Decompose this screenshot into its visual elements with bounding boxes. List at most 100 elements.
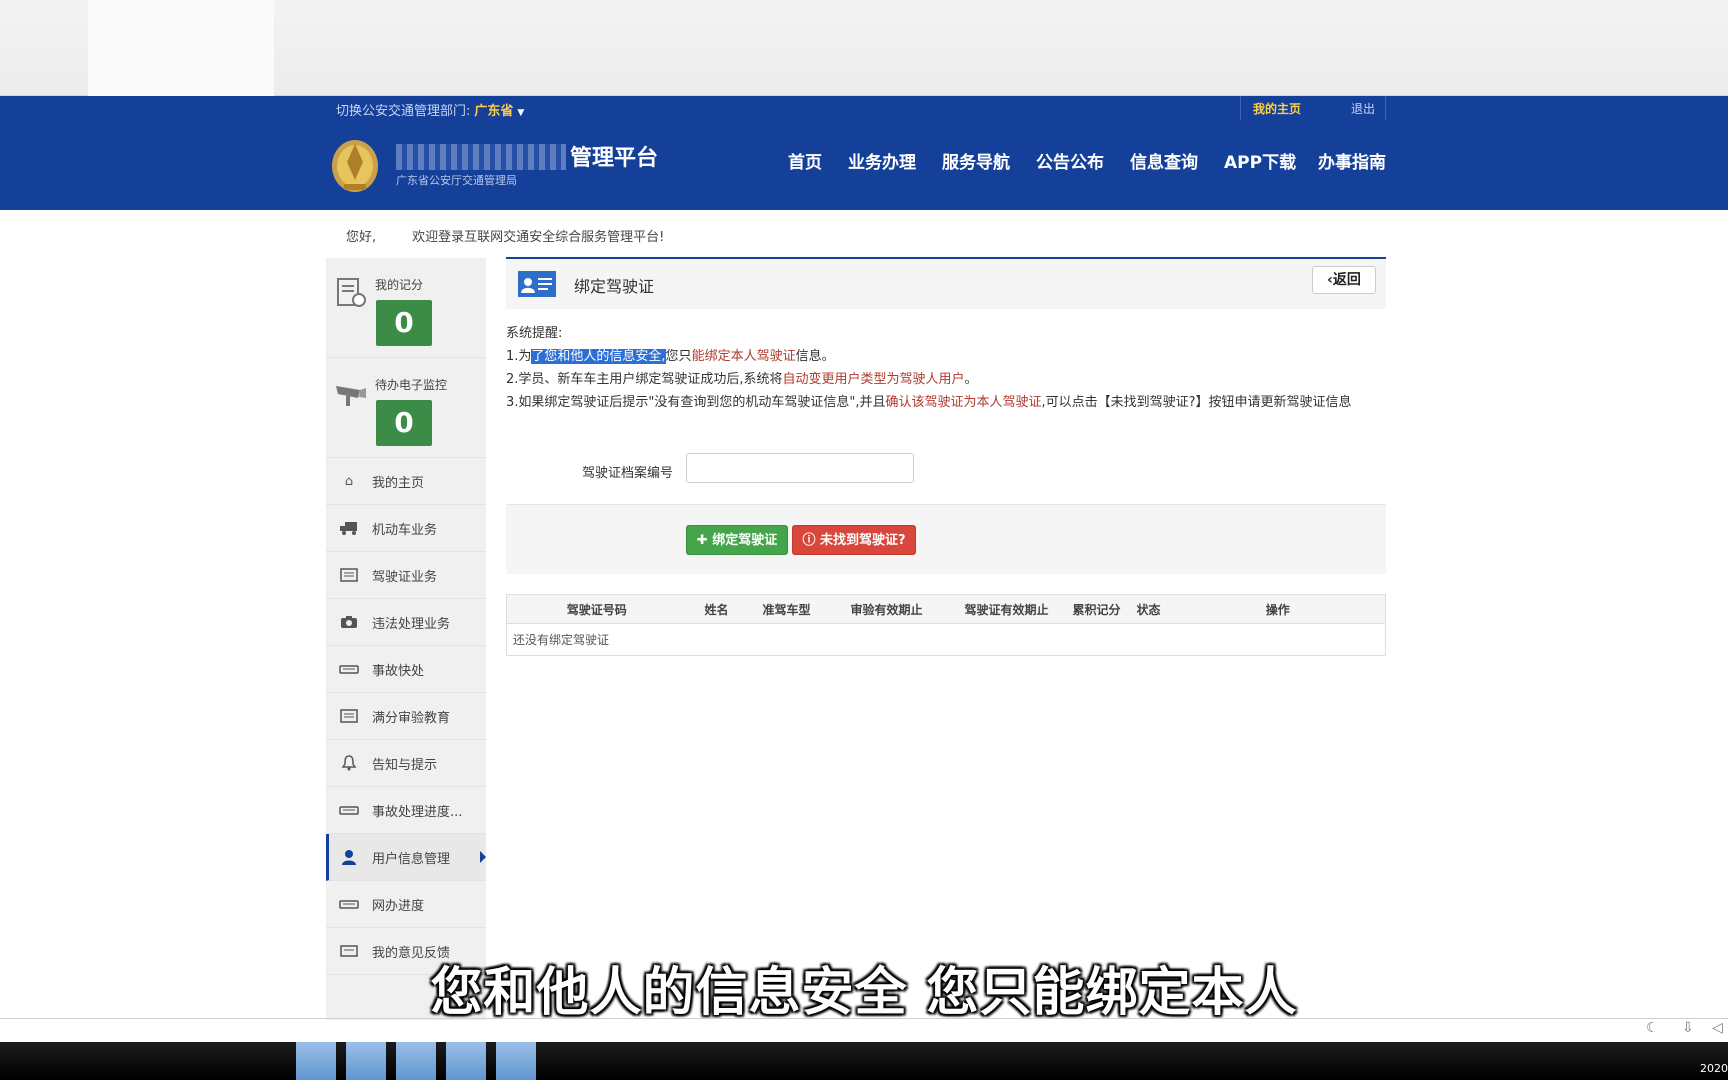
nav-guide[interactable]: 办事指南 — [1318, 148, 1386, 173]
nav-app-download[interactable]: APP下载 — [1224, 148, 1296, 173]
notice-text: 信息。 — [795, 349, 835, 364]
taskbar-app[interactable] — [396, 1042, 436, 1080]
card-icon — [338, 566, 360, 584]
sidebar-item-license[interactable]: 驾驶证业务 — [326, 552, 486, 599]
license-number-row: 驾驶证档案编号 — [506, 452, 1386, 492]
notice-text: 。 — [964, 372, 978, 387]
bind-license-button[interactable]: ✚ 绑定驾驶证 — [686, 525, 788, 555]
license-table: 驾驶证号码 姓名 准驾车型 审验有效期止 驾驶证有效期止 累积记分 状态 操作 … — [506, 594, 1386, 656]
caret-down-icon[interactable]: ▼ — [517, 108, 524, 118]
sidebar-item-user-info[interactable]: 用户信息管理 — [326, 834, 486, 881]
plus-icon: ✚ — [696, 533, 713, 548]
sidebar-item-violation[interactable]: 违法处理业务 — [326, 599, 486, 646]
notice-emphasis: 确认该驾驶证为本人驾驶证 — [885, 395, 1042, 410]
greeting-hello: 您好, — [346, 230, 377, 245]
nav-business[interactable]: 业务办理 — [848, 148, 916, 173]
caret-right-icon — [480, 851, 486, 863]
user-icon — [338, 848, 360, 866]
nav-service-guide[interactable]: 服务导航 — [942, 148, 1010, 173]
department-label: 切换公安交通管理部门: — [336, 104, 471, 119]
sidebar-item-vehicle[interactable]: 机动车业务 — [326, 505, 486, 552]
panel-title: 绑定驾驶证 — [574, 277, 655, 296]
sidebar-item-label: 网办进度 — [372, 898, 425, 914]
greeting-welcome: 欢迎登录互联网交通安全综合服务管理平台! — [412, 230, 665, 245]
notice-line-1: 1.为了您和他人的信息安全,您只能绑定本人驾驶证信息。 — [506, 345, 1386, 368]
sidebar-item-accident-quick[interactable]: 事故快处 — [326, 646, 486, 693]
camera-icon — [338, 613, 360, 631]
bell-icon — [338, 754, 360, 772]
col-review-expiry: 审验有效期止 — [826, 594, 947, 624]
taskbar-app[interactable] — [346, 1042, 386, 1080]
license-number-label: 驾驶证档案编号 — [582, 466, 674, 481]
stat-score[interactable]: 我的记分 0 — [326, 258, 486, 358]
col-name: 姓名 — [686, 594, 747, 624]
document-icon — [337, 278, 366, 307]
notice-text: 您只 — [665, 349, 692, 364]
panel-header: 绑定驾驶证 ‹返回 — [506, 257, 1386, 309]
volume-icon[interactable]: ◁ — [1712, 1020, 1723, 1036]
notice-text: 1.为 — [506, 349, 532, 364]
stat-score-label: 我的记分 — [375, 278, 424, 292]
home-icon: ⌂ — [344, 473, 354, 489]
col-license-expiry: 驾驶证有效期止 — [946, 594, 1067, 624]
car-icon — [338, 660, 360, 678]
car-icon — [338, 801, 360, 819]
notice-text: ,可以点击【未找到驾驶证?】按钮申请更新驾驶证信息 — [1041, 395, 1352, 410]
system-notice: 系统提醒: 1.为了您和他人的信息安全,您只能绑定本人驾驶证信息。 2.学员、新… — [506, 322, 1386, 414]
sidebar-item-label: 违法处理业务 — [372, 616, 451, 632]
sidebar-item-label: 告知与提示 — [372, 757, 438, 773]
table-row: 还没有绑定驾驶证 — [507, 624, 1386, 656]
stat-monitor[interactable]: 待办电子监控 0 — [326, 358, 486, 458]
department-switcher[interactable]: 切换公安交通管理部门: 广东省 ▼ — [336, 100, 524, 119]
sidebar-item-full-score-education[interactable]: 满分审验教育 — [326, 693, 486, 740]
bind-license-label: 绑定驾驶证 — [712, 533, 778, 548]
notice-emphasis: 能绑定本人驾驶证 — [691, 349, 796, 364]
car-icon — [338, 895, 360, 913]
sidebar-item-my-home[interactable]: ⌂ 我的主页 — [326, 458, 486, 505]
download-icon[interactable]: ⇩ — [1682, 1020, 1694, 1036]
sidebar-item-notices[interactable]: 告知与提示 — [326, 740, 486, 787]
taskbar-app[interactable] — [496, 1042, 536, 1080]
department-value[interactable]: 广东省 — [474, 104, 513, 119]
stat-score-value: 0 — [376, 300, 432, 346]
sidebar-item-label: 事故快处 — [372, 663, 425, 679]
table-header-row: 驾驶证号码 姓名 准驾车型 审验有效期止 驾驶证有效期止 累积记分 状态 操作 — [506, 594, 1386, 624]
police-emblem-icon[interactable] — [330, 134, 380, 194]
col-actions: 操作 — [1170, 594, 1386, 624]
back-button[interactable]: ‹返回 — [1312, 266, 1376, 294]
license-number-input[interactable] — [686, 453, 914, 483]
notice-line-3: 3.如果绑定驾驶证后提示"没有查询到您的机动车驾驶证信息",并且确认该驾驶证为本… — [506, 391, 1386, 414]
sidebar-item-online-progress[interactable]: 网办进度 — [326, 881, 486, 928]
sidebar-item-label: 驾驶证业务 — [372, 569, 438, 585]
camera-monitor-icon — [336, 386, 366, 406]
notice-text: 3.如果绑定驾驶证后提示"没有查询到您的机动车驾驶证信息",并且 — [506, 395, 886, 410]
notice-selected-text: 了您和他人的信息安全, — [531, 349, 666, 364]
logout-link[interactable]: 退出 — [1351, 100, 1375, 117]
site-title: 管理平台 — [570, 146, 659, 171]
license-not-found-button[interactable]: ⓘ 未找到驾驶证? — [792, 525, 916, 555]
moon-icon[interactable]: ☾ — [1646, 1020, 1659, 1036]
nav-announcements[interactable]: 公告公布 — [1036, 148, 1104, 173]
taskbar-app[interactable] — [296, 1042, 336, 1080]
sidebar-item-accident-progress[interactable]: 事故处理进度... — [326, 787, 486, 834]
taskbar-app[interactable] — [446, 1042, 486, 1080]
col-status: 状态 — [1126, 594, 1171, 624]
site-header: 管理平台 广东省公安厅交通管理局 首页 业务办理 服务导航 公告公布 信息查询 … — [0, 120, 1728, 210]
my-home-link[interactable]: 我的主页 — [1253, 100, 1301, 117]
truck-icon — [338, 519, 360, 537]
browser-chrome — [0, 0, 1728, 96]
table-empty-text: 还没有绑定驾驶证 — [513, 633, 610, 647]
col-license-number: 驾驶证号码 — [506, 594, 687, 624]
nav-info-query[interactable]: 信息查询 — [1130, 148, 1198, 173]
video-subtitle: 您和他人的信息安全 您只能绑定本人 — [430, 963, 1298, 1023]
action-bar: ✚ 绑定驾驶证 ⓘ 未找到驾驶证? — [506, 504, 1386, 574]
site-name-redacted — [396, 144, 566, 170]
user-links: 我的主页 退出 — [1240, 96, 1386, 120]
taskbar-clock: 2020 — [1700, 1062, 1728, 1075]
browser-tab[interactable] — [88, 0, 274, 96]
nav-home[interactable]: 首页 — [788, 148, 822, 173]
info-icon: ⓘ — [802, 533, 820, 548]
back-button-label: 返回 — [1332, 272, 1361, 288]
sidebar: 我的记分 0 待办电子监控 0 ⌂ 我的主页 机动车业务 驾驶证业务 违法处理业… — [326, 258, 486, 1020]
notice-text: 2.学员、新车车主用户绑定驾驶证成功后,系统将 — [506, 372, 783, 387]
